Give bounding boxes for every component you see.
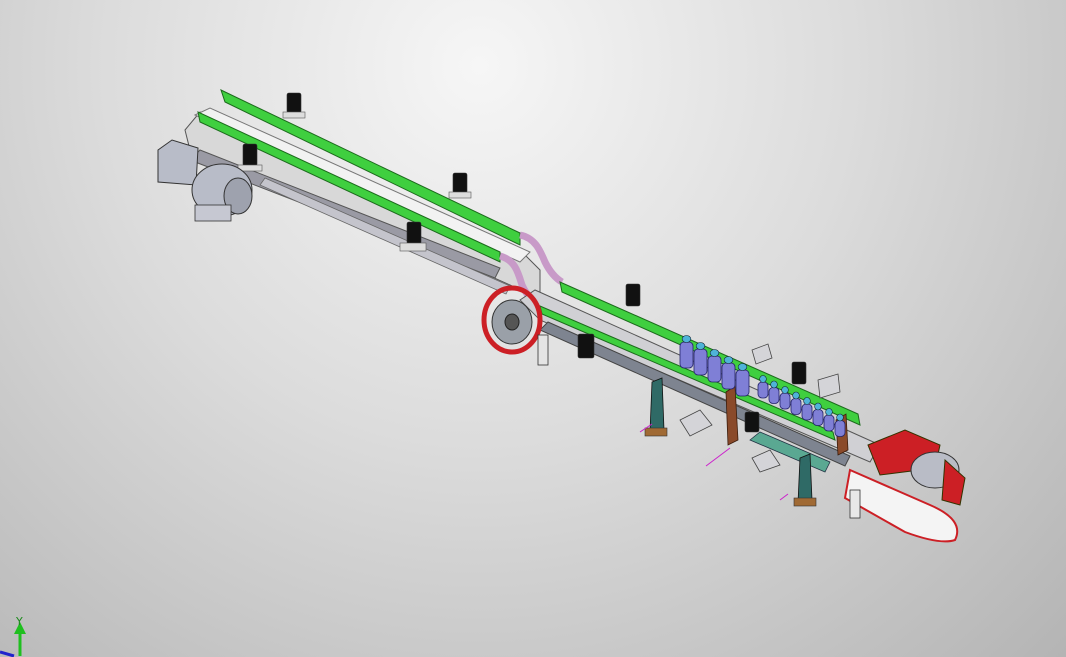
bottle (707, 355, 722, 383)
bottle (757, 381, 769, 399)
turn-wheel-stand (537, 334, 549, 366)
bottle-cap (723, 356, 734, 364)
bottle (679, 341, 694, 369)
bottle-cap (792, 391, 800, 400)
bottle (735, 369, 750, 397)
bottle (812, 409, 824, 426)
left-gearbox (157, 139, 199, 186)
bottle (834, 420, 846, 437)
bottle (801, 403, 813, 421)
y-axis-label: Y (16, 615, 23, 628)
bottle-cap (695, 342, 706, 350)
bottle-cap (781, 386, 789, 394)
bottle-cap (825, 408, 833, 416)
x-axis-icon (0, 650, 15, 657)
bottle-cap (709, 349, 720, 357)
bottle (693, 348, 708, 376)
bottle (790, 398, 802, 415)
cad-3d-viewport[interactable]: Y (0, 0, 1066, 657)
bottle-cap (681, 335, 692, 343)
right-motor-stand (849, 489, 861, 519)
lower-conveyor[interactable] (519, 281, 881, 507)
bottle-cap (759, 375, 767, 383)
bottle-cap (836, 413, 844, 422)
bottle-cap (737, 363, 748, 371)
bottle (768, 387, 780, 404)
turn-wheel-hub (504, 313, 520, 331)
axis-triad: Y (0, 612, 40, 657)
bottle-cap (803, 397, 811, 405)
bottle (779, 392, 791, 410)
bottle (823, 414, 835, 432)
bottle (721, 362, 736, 390)
bottle-cap (770, 380, 778, 389)
left-motor-mount (194, 204, 232, 222)
bottle-cap (814, 402, 822, 411)
conveyor-assembly-model[interactable] (0, 0, 1066, 657)
